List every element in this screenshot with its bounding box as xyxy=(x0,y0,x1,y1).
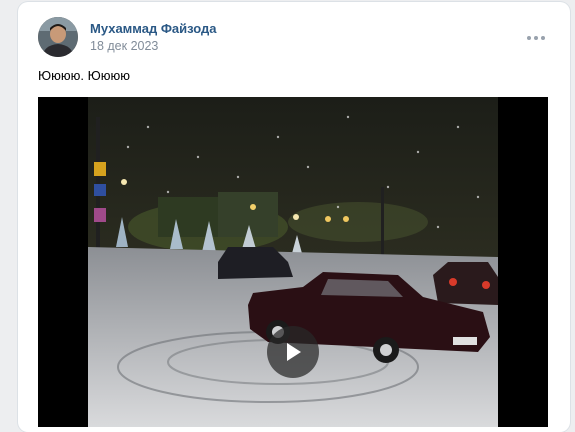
avatar-image xyxy=(38,17,78,57)
author-avatar[interactable] xyxy=(38,17,78,57)
more-options-button[interactable] xyxy=(523,30,549,46)
more-dot xyxy=(534,36,538,40)
more-dot xyxy=(541,36,545,40)
post-card: Мухаммад Файзода 18 дек 2023 Юююю. Юююю xyxy=(18,2,570,432)
play-icon xyxy=(287,343,301,361)
more-horizontal-icon xyxy=(527,36,531,40)
video-player[interactable] xyxy=(38,97,548,427)
post-date[interactable]: 18 дек 2023 xyxy=(90,39,158,53)
author-name-link[interactable]: Мухаммад Файзода xyxy=(90,21,217,36)
post-text: Юююю. Юююю xyxy=(38,68,130,83)
play-button[interactable] xyxy=(267,326,319,378)
